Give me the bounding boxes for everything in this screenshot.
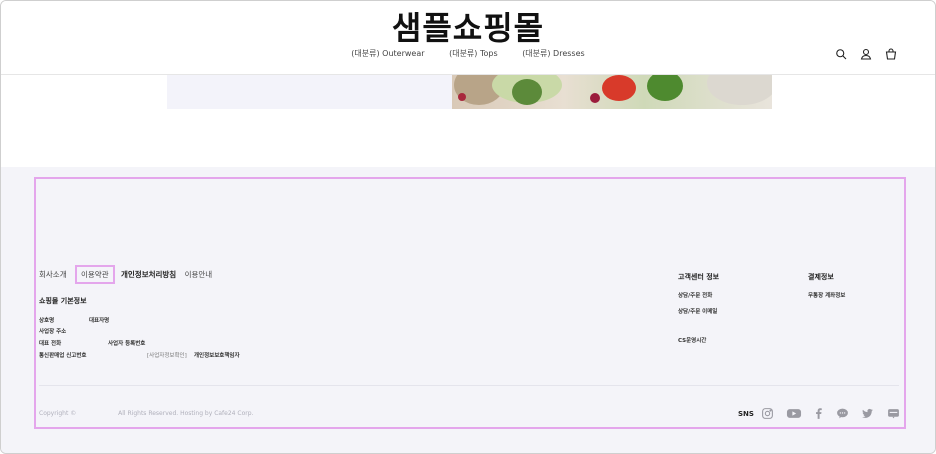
ecommerce-number-label: 통신판매업 신고번호 — [39, 353, 87, 359]
youtube-icon[interactable] — [786, 407, 802, 420]
nav-item-outerwear[interactable]: (대분류) Outerwear — [351, 48, 424, 59]
user-icon[interactable] — [860, 48, 872, 60]
copyright-rights: All Rights Reserved. Hosting by Cafe24 C… — [118, 410, 254, 417]
nav-item-tops[interactable]: (대분류) Tops — [449, 48, 498, 59]
footer-highlight — [34, 177, 906, 429]
shopping-bag-icon[interactable] — [885, 48, 897, 60]
ceo-label: 대표자명 — [89, 318, 110, 324]
main-nav: (대분류) Outerwear (대분류) Tops (대분류) Dresses — [1, 48, 935, 59]
kakaotalk-icon[interactable] — [836, 407, 849, 420]
site-header: 샘플쇼핑몰 (대분류) Outerwear (대분류) Tops (대분류) D… — [1, 1, 935, 75]
payment-info-title: 결제정보 — [808, 273, 834, 281]
copyright: Copyright © All Rights Reserved. Hosting… — [39, 410, 293, 417]
bank-account-label: 무통장 계좌정보 — [808, 293, 846, 299]
sns-label: SNS — [738, 410, 754, 418]
banner-image[interactable] — [452, 75, 772, 109]
biz-number-label: 사업자 등록번호 — [108, 341, 146, 347]
cs-phone-label: 상담/주문 전화 — [678, 293, 713, 299]
cs-hours-label: CS운영시간 — [678, 338, 707, 344]
footer-link-privacy[interactable]: 개인정보처리방침 — [121, 270, 176, 279]
header-icons — [835, 48, 897, 60]
footer-link-company[interactable]: 회사소개 — [39, 270, 67, 279]
facebook-icon[interactable] — [812, 407, 825, 420]
site-logo[interactable]: 샘플쇼핑몰 — [1, 3, 935, 49]
shop-info-title: 쇼핑몰 기본정보 — [39, 297, 87, 305]
blog-icon[interactable] — [887, 407, 900, 420]
address-label: 사업장 주소 — [39, 329, 67, 335]
biz-check-link[interactable]: [사업자정보확인] — [147, 351, 187, 359]
search-icon[interactable] — [835, 48, 847, 60]
banner-left — [167, 75, 453, 109]
cs-info-title: 고객센터 정보 — [678, 273, 720, 281]
phone-label: 대표 전화 — [39, 341, 62, 347]
footer-link-terms[interactable]: 이용약관 — [75, 265, 115, 284]
footer-divider — [39, 385, 899, 386]
footer-link-guide[interactable]: 이용안내 — [185, 270, 213, 279]
nav-item-dresses[interactable]: (대분류) Dresses — [522, 48, 585, 59]
instagram-icon[interactable] — [761, 407, 774, 420]
twitter-icon[interactable] — [861, 407, 874, 420]
page-frame: 샘플쇼핑몰 (대분류) Outerwear (대분류) Tops (대분류) D… — [0, 0, 936, 454]
footer-links: 회사소개 이용약관 개인정보처리방침 이용안내 — [39, 265, 218, 284]
privacy-officer-label: 개인정보보호책임자 — [194, 353, 240, 359]
cs-email-label: 상담/주문 이메일 — [678, 309, 718, 315]
company-name-label: 상호명 — [39, 318, 55, 324]
copyright-text: Copyright © — [39, 410, 77, 417]
